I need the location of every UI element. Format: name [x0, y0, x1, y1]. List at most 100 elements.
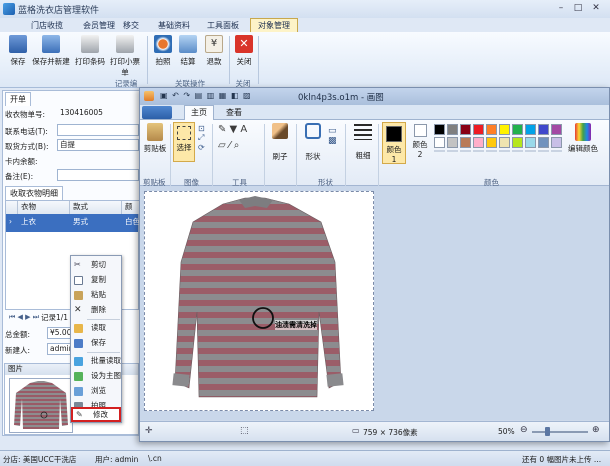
tab-basic-data[interactable]: 基础资料 [152, 18, 196, 32]
palette-color-swatch[interactable] [447, 124, 458, 135]
palette-color-swatch[interactable] [512, 137, 523, 148]
paint-canvas[interactable]: 油渍需清洗掉 [144, 191, 374, 411]
palette-color-swatch[interactable] [538, 124, 549, 135]
grid-header-style[interactable]: 款式 [70, 201, 122, 214]
brush-button[interactable]: 刷子 [268, 123, 292, 162]
save-and-new-button[interactable]: 保存并新建 [30, 35, 72, 67]
paste-button[interactable]: 剪贴板 [143, 123, 167, 154]
menu-item-copy[interactable]: 复制 [71, 273, 121, 288]
custom-color-slot[interactable] [473, 150, 484, 152]
refund-button[interactable]: ¥ 退款 [203, 35, 225, 67]
tab-new-order[interactable]: 开单 [5, 92, 31, 106]
image-size-icon: ▭ [352, 426, 360, 435]
zoom-slider-thumb[interactable] [545, 427, 550, 436]
tab-tool-panel[interactable]: 工具面板 [200, 18, 246, 32]
select-button[interactable]: 选择 [173, 122, 195, 162]
settle-button[interactable]: 结算 [177, 35, 199, 67]
phone-input[interactable] [57, 124, 139, 136]
save-button[interactable]: 保存 [6, 35, 30, 67]
table-row[interactable]: › 上衣 男式 白色 [6, 214, 140, 232]
shapes-button[interactable]: 形状 [300, 123, 326, 162]
grid-header-color[interactable]: 颜色 [122, 201, 140, 223]
palette-color-swatch[interactable] [486, 137, 497, 148]
palette-color-swatch[interactable] [499, 137, 510, 148]
print-barcode-button[interactable]: 打印条码 [74, 35, 106, 67]
tab-home[interactable]: 主页 [184, 105, 214, 120]
palette-color-swatch[interactable] [460, 124, 471, 135]
menu-item-delete[interactable]: ✕ 删除 [71, 303, 121, 318]
close-window-button[interactable]: ✕ [588, 2, 604, 15]
color1-button[interactable]: 颜色 1 [382, 122, 406, 164]
tab-store-intake[interactable]: 门店收揽 [22, 18, 72, 32]
zoom-out-icon[interactable]: ⊖ [520, 425, 528, 435]
menu-item-save[interactable]: 保存 [71, 336, 121, 351]
outline-fill-icons[interactable]: ▭ ▩ [328, 126, 337, 146]
palette-color-swatch[interactable] [551, 124, 562, 135]
select-rectangle-icon [177, 126, 191, 140]
pickup-method-select[interactable]: 自提 [57, 139, 139, 151]
minimize-button[interactable]: – [553, 2, 569, 15]
custom-color-slot[interactable] [486, 150, 497, 152]
clipboard-icon [147, 123, 163, 141]
menu-item-set-main-image[interactable]: 设为主图 [71, 369, 121, 384]
pencil-fill-text-icons[interactable]: ✎ ▼ A [218, 124, 247, 135]
file-menu-button[interactable] [142, 106, 172, 119]
palette-color-swatch[interactable] [473, 137, 484, 148]
thickness-button[interactable]: 粗细 [350, 124, 376, 161]
pager-nav-icons[interactable]: ⏮ ◀ ▶ ⏭ [9, 313, 39, 322]
palette-color-swatch[interactable] [551, 137, 562, 148]
palette-color-swatch[interactable] [434, 124, 445, 135]
palette-color-swatch[interactable] [486, 124, 497, 135]
custom-color-slot[interactable] [499, 150, 510, 152]
menu-item-batch-read[interactable]: 批量读取 [71, 354, 121, 369]
tab-item-details[interactable]: 收取衣物明细 [5, 186, 63, 200]
edit-colors-button[interactable]: 编辑颜色 [566, 123, 600, 154]
menu-item-cut[interactable]: ✂ 剪切 [71, 258, 121, 273]
tab-transfer[interactable]: 移交 [114, 18, 148, 32]
menu-separator [87, 352, 120, 353]
main-menu-tabs: 门店收揽 会员管理 移交 基础资料 工具面板 对象管理 [0, 18, 610, 32]
status-bar: 分店: 美国UCC干洗店 用户: admin \.cn 还有 0 幅图片未上传 … [0, 450, 610, 466]
custom-color-slot[interactable] [512, 150, 523, 152]
custom-color-slot[interactable] [460, 150, 471, 152]
line-thickness-icon [354, 124, 372, 140]
quick-access-toolbar-icons[interactable]: ▣ ↶ ↷ ▤ ▥ ▦ ◧ ▨ [160, 91, 252, 100]
status-user: 用户: admin [95, 455, 139, 464]
color2-button[interactable]: 颜色 2 [410, 124, 430, 159]
take-photo-button[interactable]: 拍照 [152, 35, 174, 67]
palette-color-swatch[interactable] [460, 137, 471, 148]
tab-object-management[interactable]: 对象管理 [250, 18, 298, 32]
palette-color-swatch[interactable] [499, 124, 510, 135]
custom-color-slot[interactable] [525, 150, 536, 152]
palette-color-swatch[interactable] [434, 137, 445, 148]
remark-input[interactable] [57, 169, 139, 181]
print-receipt-button[interactable]: 打印小票 单 [107, 35, 143, 78]
close-button[interactable]: ✕ 关闭 [233, 35, 255, 67]
garment-thumbnail[interactable] [9, 378, 73, 433]
custom-color-slot[interactable] [538, 150, 549, 152]
zoom-in-icon[interactable]: ⊕ [592, 425, 600, 435]
zoom-slider-track[interactable] [532, 431, 588, 433]
status-url: \.cn [148, 454, 162, 463]
palette-color-swatch[interactable] [525, 124, 536, 135]
menu-item-paste[interactable]: 粘贴 [71, 288, 121, 303]
maximize-button[interactable]: □ [570, 2, 586, 15]
custom-color-slot[interactable] [447, 150, 458, 152]
custom-color-slot[interactable] [434, 150, 445, 152]
ribbon-divider [378, 124, 379, 186]
palette-color-swatch[interactable] [525, 137, 536, 148]
palette-color-swatch[interactable] [447, 137, 458, 148]
tab-view[interactable]: 查看 [226, 107, 242, 118]
menu-item-browse[interactable]: 浏览 [71, 384, 121, 399]
grid-header-item[interactable]: 衣物 [18, 201, 70, 214]
ribbon-divider [345, 124, 346, 186]
eraser-picker-magnifier-icons[interactable]: ▱ ⁄ ⌕ [218, 140, 239, 151]
palette-color-swatch[interactable] [538, 137, 549, 148]
menu-item-edit[interactable]: ✎ 修改 [71, 407, 121, 422]
main-image-icon [74, 372, 83, 381]
menu-item-read[interactable]: 读取 [71, 321, 121, 336]
palette-color-swatch[interactable] [473, 124, 484, 135]
crop-resize-rotate-icons[interactable]: ⊡ ⤢ ⟳ [198, 124, 205, 152]
palette-color-swatch[interactable] [512, 124, 523, 135]
custom-color-slot[interactable] [551, 150, 562, 152]
